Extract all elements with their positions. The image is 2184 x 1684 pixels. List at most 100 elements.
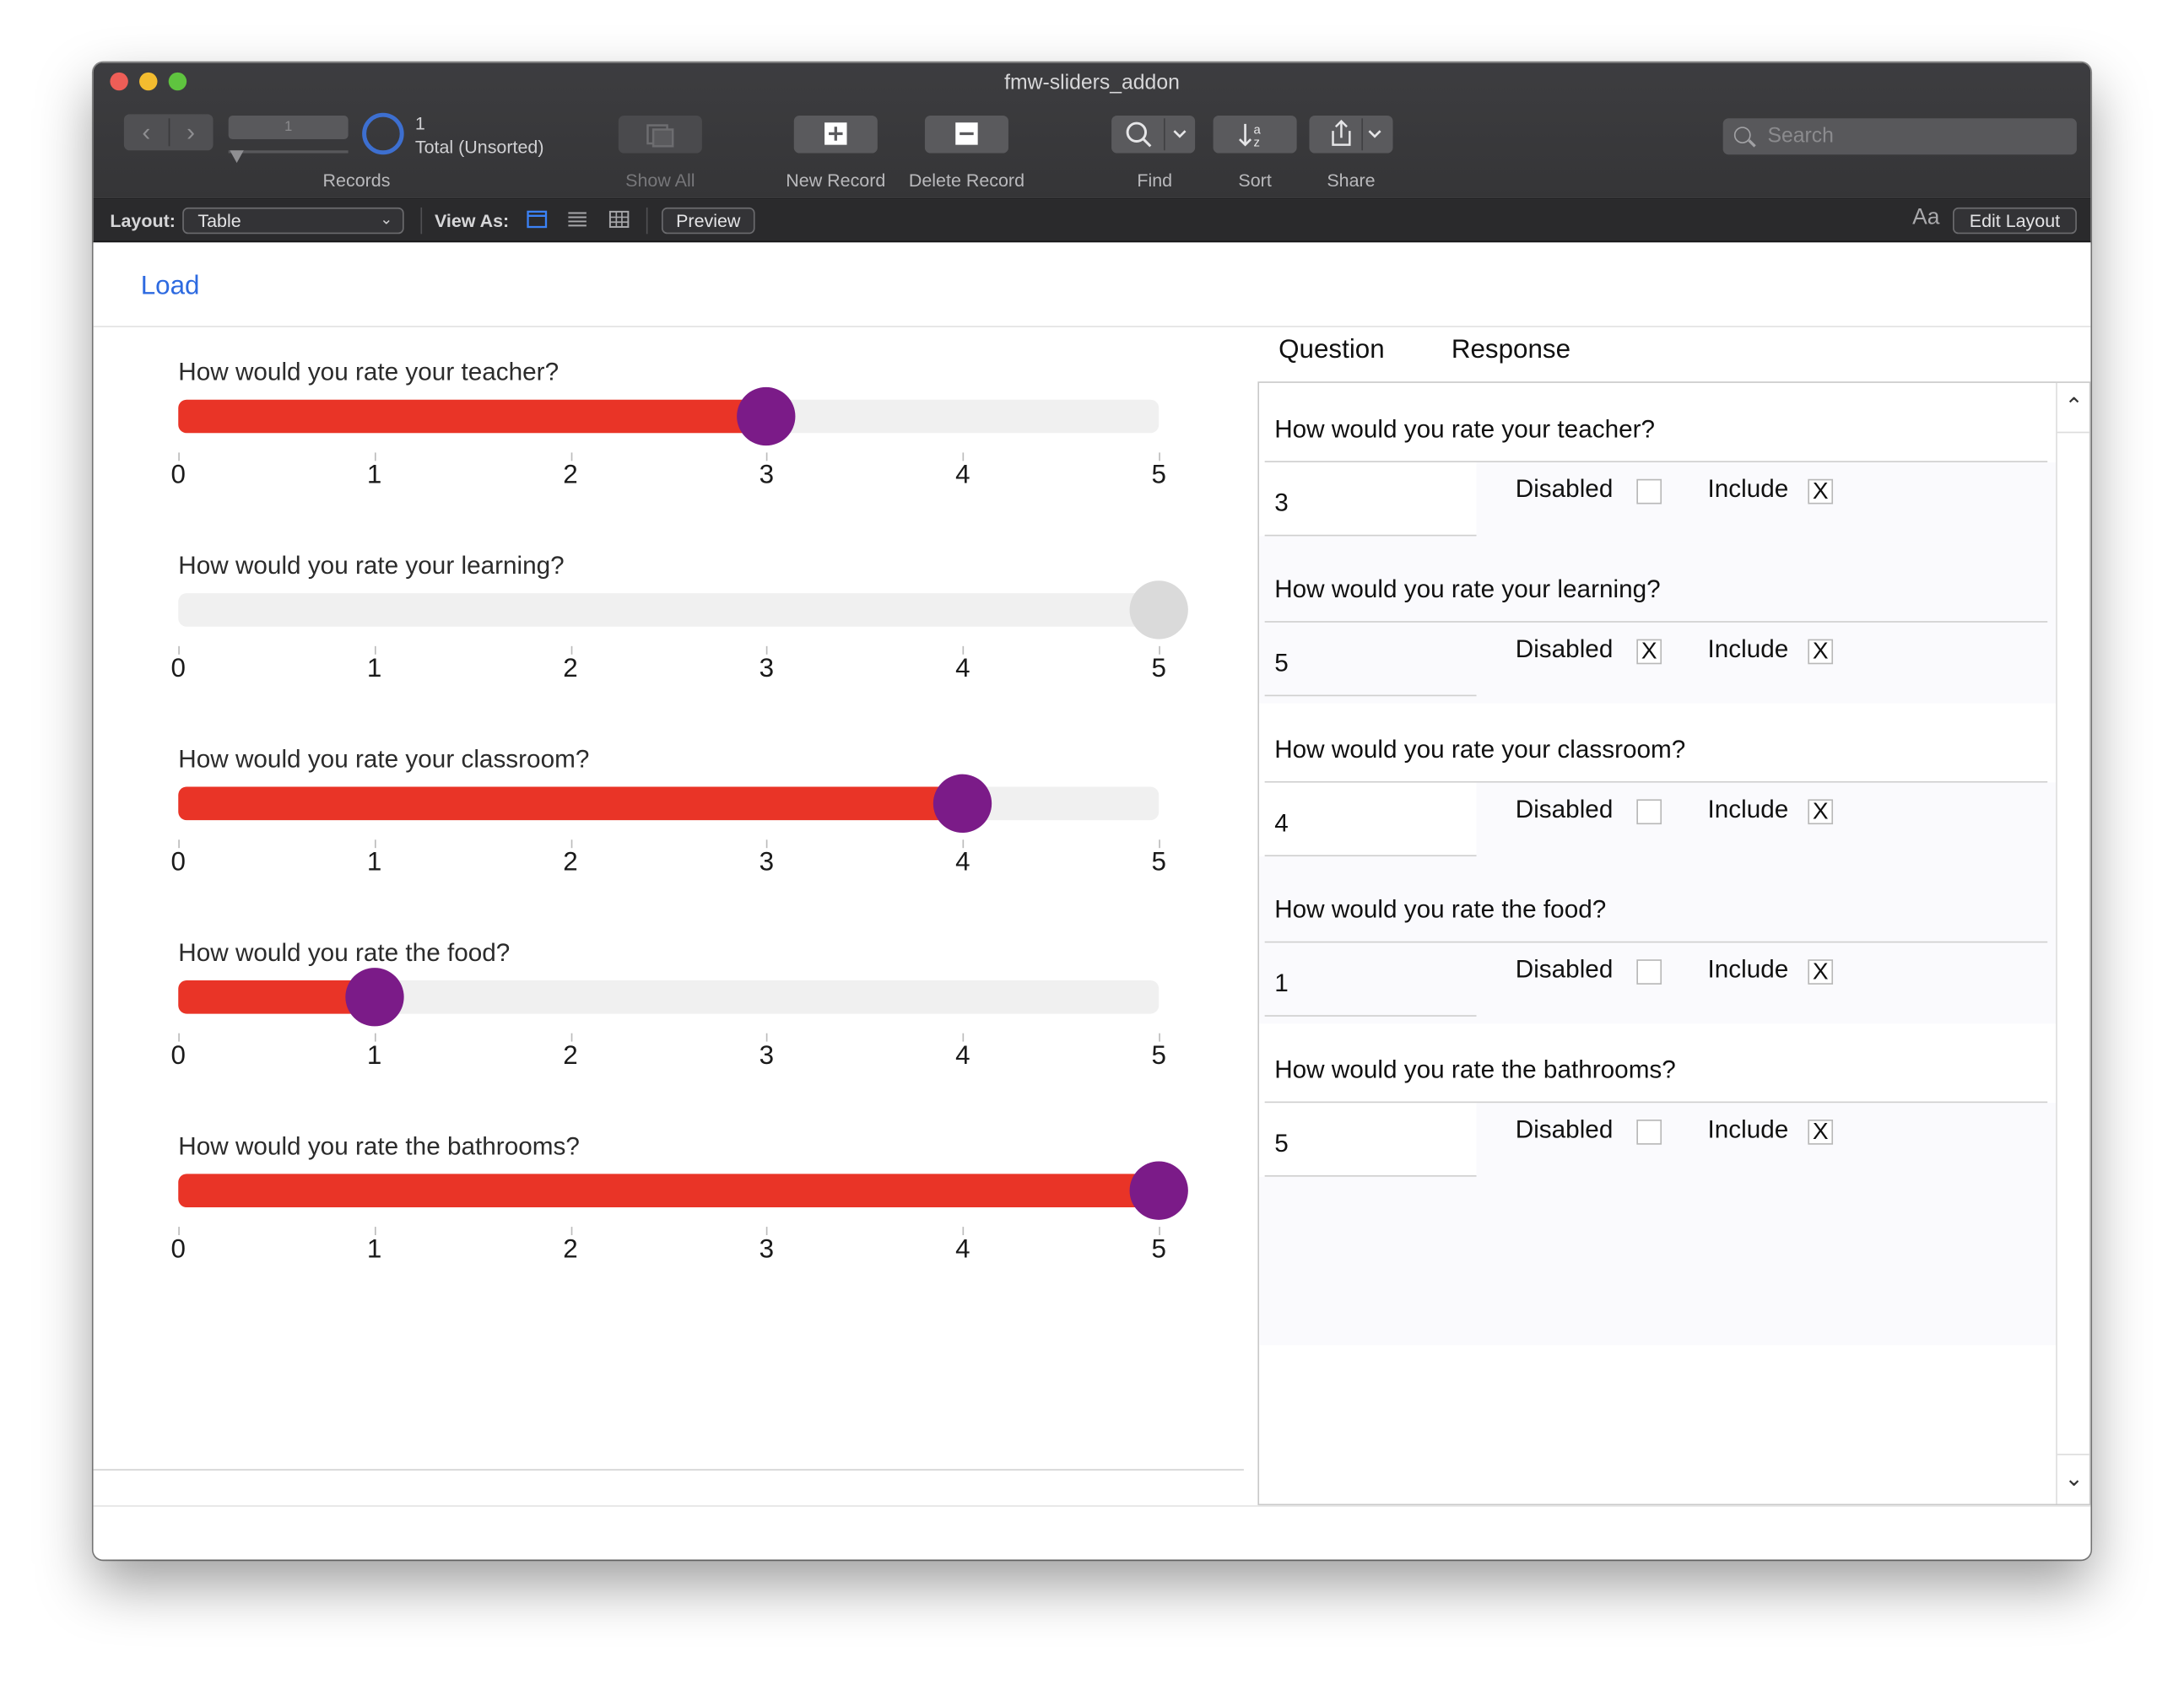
- current-record-field[interactable]: 1: [228, 115, 349, 140]
- record-slider[interactable]: [228, 150, 349, 154]
- slider-tick-label: 2: [563, 848, 578, 877]
- slider-tick-label: 3: [759, 654, 775, 684]
- question-field[interactable]: How would you rate your learning?: [1274, 575, 1660, 605]
- share-button[interactable]: [1309, 115, 1393, 154]
- slider-fill: [178, 399, 767, 434]
- disabled-label: Disabled: [1515, 1115, 1614, 1144]
- footer-divider: [93, 1505, 2091, 1507]
- response-field[interactable]: 3: [1274, 488, 1289, 518]
- scroll-down-button[interactable]: ⌄: [2057, 1454, 2089, 1503]
- slider-question: How would you rate the bathrooms?: [178, 1131, 580, 1160]
- portal-row[interactable]: How would you rate the food? 1 Disabled Inc…: [1259, 863, 2057, 1024]
- show-all-button[interactable]: [618, 115, 702, 154]
- disabled-checkbox[interactable]: [1636, 478, 1662, 505]
- slider-thumb[interactable]: [737, 386, 797, 446]
- slider-tick: [570, 1033, 572, 1042]
- slider-track[interactable]: [178, 593, 1160, 627]
- chevron-right-icon: ›: [187, 117, 196, 146]
- slider-tick: [962, 452, 965, 461]
- slider-tick-label: 0: [170, 461, 186, 490]
- record-slider-thumb[interactable]: [230, 150, 244, 164]
- svg-text:z: z: [1253, 136, 1259, 149]
- include-label: Include: [1707, 795, 1789, 823]
- portal-scrollbar[interactable]: ⌃ ⌄: [2056, 382, 2089, 1504]
- question-field[interactable]: How would you rate your classroom?: [1274, 735, 1685, 764]
- slider-tick-label: 4: [955, 848, 970, 877]
- svg-text:a: a: [1253, 123, 1261, 137]
- response-field-background: [1259, 782, 1477, 857]
- table-view-icon[interactable]: [608, 210, 630, 229]
- response-field[interactable]: 4: [1274, 809, 1289, 839]
- slider-tick-label: 3: [759, 461, 775, 490]
- portal-row[interactable]: How would you rate your teacher? 3 Disable…: [1259, 382, 2057, 543]
- portal-row[interactable]: How would you rate your learning? 5 Disabl…: [1259, 542, 2057, 704]
- response-field[interactable]: 5: [1274, 649, 1289, 678]
- response-field-underline: [1264, 855, 1477, 857]
- slider-tick: [766, 452, 769, 461]
- slider-tick-label: 1: [366, 1234, 382, 1265]
- edit-layout-button[interactable]: Edit Layout: [1953, 207, 2077, 235]
- include-checkbox[interactable]: X: [1808, 479, 1834, 505]
- delete-record-button[interactable]: [924, 115, 1008, 154]
- next-record-button[interactable]: ›: [169, 114, 214, 150]
- find-label: Find: [1137, 170, 1173, 192]
- disabled-checkbox[interactable]: X: [1636, 640, 1662, 665]
- scroll-up-button[interactable]: ⌃: [2057, 383, 2089, 434]
- new-record-button[interactable]: [793, 115, 878, 154]
- layout-select[interactable]: Table ⌄: [182, 207, 404, 235]
- responses-portal[interactable]: How would you rate your teacher? 3 Disable…: [1257, 381, 2091, 1506]
- load-button[interactable]: Load: [141, 272, 200, 302]
- slider-tick: [570, 645, 572, 655]
- question-field[interactable]: How would you rate the bathrooms?: [1274, 1055, 1676, 1085]
- record-navigation: ‹ ›: [123, 114, 214, 151]
- form-view-icon[interactable]: [527, 210, 548, 229]
- magnifier-icon: [1126, 118, 1187, 151]
- question-field[interactable]: How would you rate your teacher?: [1274, 415, 1655, 445]
- list-view-icon[interactable]: [567, 210, 588, 228]
- minus-icon: [955, 122, 978, 145]
- disabled-checkbox[interactable]: [1636, 799, 1662, 825]
- question-field[interactable]: How would you rate the food?: [1274, 895, 1606, 925]
- response-field-background: [1259, 461, 1477, 537]
- slider-thumb[interactable]: [933, 774, 992, 833]
- question-column-header: Question: [1279, 335, 1385, 365]
- include-label: Include: [1707, 955, 1789, 984]
- slider-tick-label: 5: [1151, 461, 1166, 490]
- chevron-down-icon: ⌄: [380, 211, 393, 229]
- portal-row[interactable]: How would you rate the bathrooms? 5 Disabl…: [1259, 1023, 2057, 1184]
- slider-tick-label: 5: [1151, 1234, 1166, 1265]
- slider-tick: [178, 1227, 180, 1235]
- portal-empty-row: [1259, 1183, 2057, 1346]
- slider-thumb[interactable]: [344, 968, 404, 1027]
- include-checkbox[interactable]: X: [1808, 640, 1834, 665]
- slider-question: How would you rate the food?: [178, 938, 511, 967]
- include-label: Include: [1707, 474, 1789, 503]
- slider-question: How would you rate your learning?: [178, 551, 565, 580]
- slider-tick: [178, 452, 180, 461]
- find-button[interactable]: [1111, 115, 1196, 154]
- toolbar: fmw-sliders_addon ‹ › 1 1 Total (Unsorte…: [93, 62, 2091, 200]
- search-input[interactable]: Search: [1722, 118, 2077, 155]
- response-field[interactable]: 1: [1274, 969, 1289, 999]
- font-size-icon[interactable]: Aa: [1912, 206, 1939, 231]
- slider-tick: [374, 452, 376, 461]
- layout-label: Layout:: [110, 210, 176, 231]
- sort-button[interactable]: az: [1213, 115, 1297, 154]
- disabled-checkbox[interactable]: [1636, 959, 1662, 985]
- layout-bar-separator: [646, 207, 648, 235]
- response-field[interactable]: 5: [1274, 1130, 1289, 1159]
- slider-panel-divider: [93, 1469, 1244, 1471]
- sort-icon: az: [1239, 123, 1261, 149]
- include-checkbox[interactable]: X: [1808, 799, 1834, 825]
- slider-thumb[interactable]: [1129, 1161, 1188, 1220]
- slider-fill: [178, 786, 963, 821]
- layout-bar-separator: [420, 207, 423, 235]
- preview-button[interactable]: Preview: [661, 207, 755, 235]
- slider-tick-label: 2: [563, 1234, 578, 1265]
- include-checkbox[interactable]: X: [1808, 1120, 1834, 1145]
- portal-row[interactable]: How would you rate your classroom? 4 Disab…: [1259, 703, 2057, 864]
- slider-tick: [766, 1227, 769, 1235]
- include-checkbox[interactable]: X: [1808, 959, 1834, 985]
- previous-record-button[interactable]: ‹: [124, 114, 169, 150]
- disabled-checkbox[interactable]: [1636, 1120, 1662, 1145]
